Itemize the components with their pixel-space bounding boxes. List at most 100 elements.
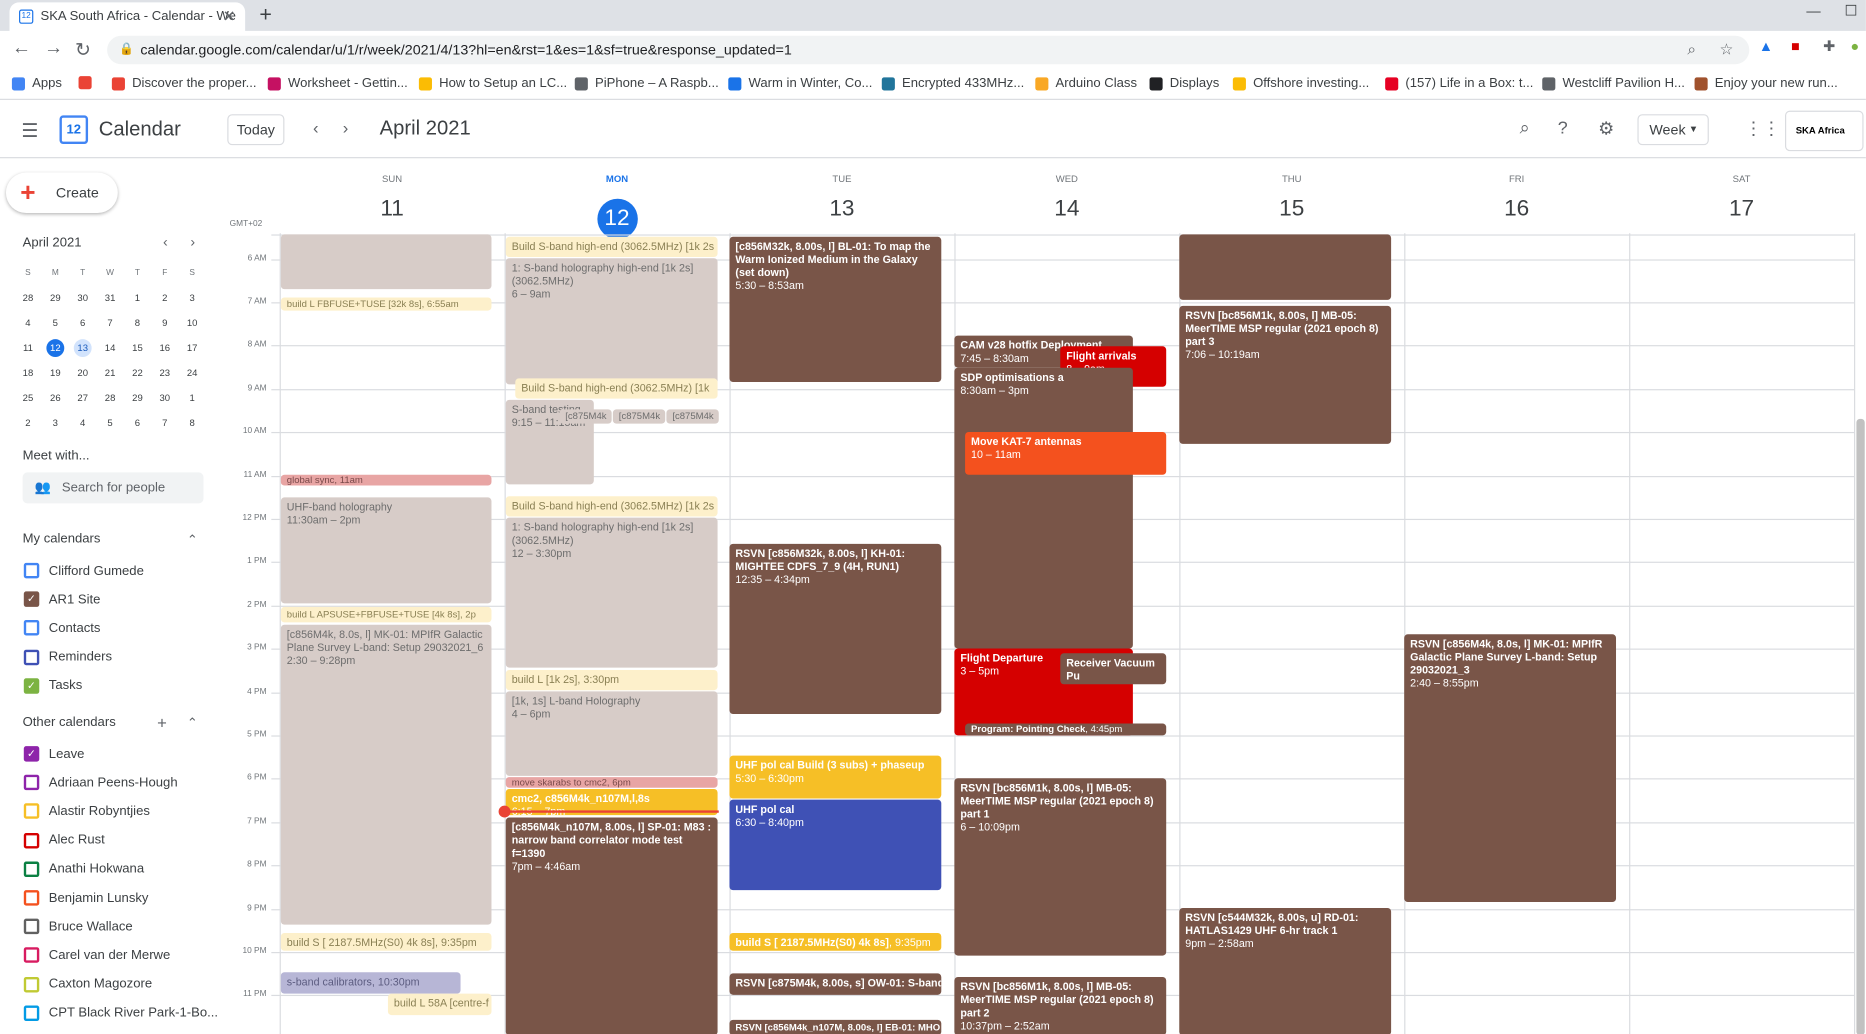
bookmark-item[interactable]: Arduino Class (1035, 76, 1137, 90)
calendar-event[interactable]: RSVN [c856M32k, 8.00s, l] KH-01: MIGHTEE… (729, 543, 942, 715)
previous-week-icon[interactable]: ‹ (313, 118, 319, 137)
day-header[interactable]: WED 14 (954, 174, 1179, 232)
day-header[interactable]: TUE 13 (729, 174, 954, 232)
calendar-event[interactable]: [1k, 1s] L-band Holography 4 – 6pm (505, 691, 718, 776)
calendar-event[interactable]: RSVN [bc856M1k, 8.00s, l] MB-05: MeerTIM… (954, 976, 1167, 1034)
calendar-event[interactable]: build S [ 2187.5MHz(S0) 4k 8s], 9:35pm (729, 932, 942, 951)
event-title: UHF-band holography (286, 500, 393, 513)
scrollbar[interactable] (1856, 418, 1865, 1034)
calendar-event[interactable] (280, 234, 492, 290)
org-logo[interactable]: SKA Africa (1785, 110, 1864, 152)
drive-extension-icon[interactable]: ▲ (1759, 38, 1773, 55)
reload-icon[interactable]: ↻ (75, 38, 91, 62)
url-field[interactable]: 🔒 calendar.google.com/calendar/u/1/r/wee… (107, 35, 1750, 65)
bookmark-star-icon[interactable]: ☆ (1720, 36, 1734, 65)
calendar-event[interactable]: RSVN [bc856M1k, 8.00s, l] MB-05: MeerTIM… (954, 778, 1167, 956)
calendar-event[interactable] (1179, 234, 1392, 300)
today-button[interactable]: Today (227, 114, 285, 146)
bookmark-item[interactable]: Apps (11, 76, 62, 90)
maximize-icon[interactable]: ☐ (1845, 2, 1858, 19)
bookmark-item[interactable]: Westcliff Pavilion H... (1542, 76, 1685, 90)
calendar-event[interactable]: [c875M4k (666, 409, 719, 424)
day-date[interactable]: 11 (380, 196, 403, 221)
browser-tab[interactable]: 12 SKA South Africa - Calendar - We ✕ (9, 2, 246, 31)
current-time-line (504, 810, 719, 813)
hour-label: 8 AM (247, 340, 267, 350)
calendar-event[interactable]: SDP optimisations a 8:30am – 3pm (954, 367, 1133, 649)
day-date[interactable]: 17 (1729, 196, 1754, 221)
calendar-event[interactable]: move skarabs to cmc2, 6pm (505, 777, 718, 788)
next-week-icon[interactable]: › (343, 118, 349, 137)
calendar-event[interactable]: RSVN [bc856M1k, 8.00s, l] MB-05: MeerTIM… (1179, 305, 1392, 444)
bookmark-item[interactable]: (157) Life in a Box: t... (1385, 76, 1533, 90)
event-title: [c856M32k, 8.00s, l] BL-01: To map the W… (735, 240, 931, 279)
calendar-event[interactable]: [c856M32k, 8.00s, l] BL-01: To map the W… (729, 236, 942, 382)
extensions-puzzle-icon[interactable]: ✚ (1823, 38, 1835, 55)
calendar-event[interactable]: [c856M4k, 8.0s, l] MK-01: MPIfR Galactic… (280, 624, 492, 925)
day-header[interactable]: FRI 16 (1404, 174, 1629, 232)
day-date[interactable]: 12 (596, 198, 638, 240)
bookmark-item[interactable]: Warm in Winter, Co... (728, 76, 872, 90)
day-name: SAT (1732, 173, 1751, 185)
forward-icon[interactable]: → (44, 38, 63, 59)
search-icon[interactable]: ⌕ (1520, 118, 1530, 138)
calendar-event[interactable]: Receiver Vacuum Pu3:10pm, RUN ON ALL (1060, 653, 1167, 685)
day-date[interactable]: 14 (1054, 196, 1079, 221)
day-header[interactable]: SUN 11 (280, 174, 505, 232)
calendar-event[interactable]: build L [1k 2s], 3:30pm (505, 669, 718, 691)
calendar-event[interactable]: build S [ 2187.5MHz(S0) 4k 8s], 9:35pm (280, 932, 492, 951)
bookmark-item[interactable]: Displays (1149, 76, 1219, 90)
bookmark-item[interactable]: Encrypted 433MHz... (881, 76, 1024, 90)
calendar-event[interactable]: Build S-band high-end (3062.5MHz) [1k (515, 378, 718, 399)
calendar-event[interactable]: [c856M4k_n107M, 8.00s, l] SP-01: M83 : n… (505, 817, 718, 1034)
calendar-event[interactable]: UHF-band holography 11:30am – 2pm (280, 497, 492, 604)
calendar-event[interactable]: RSVN [c544M32k, 8.00s, u] RD-01: HATLAS1… (1179, 907, 1392, 1034)
calendar-event[interactable]: Build S-band high-end (3062.5MHz) [1k 2s (505, 236, 718, 258)
calendar-event[interactable]: RSVN [c856M4k_n107M, 8.00s, l] EB-01: MH… (729, 1019, 942, 1034)
calendar-event[interactable]: 1: S-band holography high-end [1k 2s] (3… (505, 517, 718, 668)
calendar-event[interactable]: global sync, 11am (280, 474, 492, 486)
bookmark-item[interactable]: Worksheet - Gettin... (267, 76, 408, 90)
tab-title: SKA South Africa - Calendar - We (40, 9, 236, 24)
view-select[interactable]: Week ▼ (1637, 114, 1709, 146)
day-date[interactable]: 15 (1279, 196, 1304, 221)
back-icon[interactable]: ← (12, 38, 31, 59)
new-tab-icon[interactable]: + (259, 2, 272, 27)
main-menu-icon[interactable]: ☰ (21, 119, 38, 143)
calendar-event[interactable]: Program: Pointing Check, 4:45pm (965, 723, 1167, 736)
calendar-event[interactable]: UHF pol cal Build (3 subs) + phaseup 5:30… (729, 755, 942, 799)
calendar-event[interactable]: Build S-band high-end (3062.5MHz) [1k 2s (505, 496, 718, 517)
bookmark-item[interactable]: Enjoy your new run... (1694, 76, 1838, 90)
bookmark-item[interactable]: How to Setup an LC... (418, 76, 567, 90)
calendar-event[interactable]: s-band calibrators, 10:30pm (280, 972, 461, 994)
calendar-event[interactable]: RSVN [c856M4k, 8.0s, l] MK-01: MPIfR Gal… (1404, 634, 1617, 903)
calendar-event[interactable]: RSVN [c875M4k, 8.00s, s] OW-01: S-band (729, 973, 942, 995)
pdf-extension-icon[interactable]: ■ (1791, 38, 1800, 55)
calendar-event[interactable]: 1: S-band holography high-end [1k 2s] (3… (505, 258, 718, 385)
profile-avatar-icon[interactable]: ● (1850, 38, 1859, 55)
calendar-event[interactable]: [c875M4k (612, 409, 666, 424)
hour-label: 5 PM (247, 730, 267, 739)
calendar-event[interactable]: build L APSUSE+FBFUSE+TUSE [4k 8s], 2p (280, 606, 492, 623)
day-header[interactable]: MON 12 (505, 174, 730, 240)
help-icon[interactable]: ? (1558, 118, 1568, 138)
day-header[interactable]: SAT 17 (1629, 174, 1854, 232)
bookmark-item[interactable] (78, 76, 99, 90)
apps-grid-icon[interactable]: ⋮⋮ (1745, 118, 1781, 139)
calendar-event[interactable]: Move KAT-7 antennas 10 – 11am (965, 431, 1167, 475)
close-tab-icon[interactable]: ✕ (223, 7, 236, 26)
calendar-event[interactable]: build L FBFUSE+TUSE [32k 8s], 6:55am (280, 297, 492, 311)
calendar-event[interactable]: [c875M4k (559, 409, 612, 424)
calendar-event[interactable]: build L 58A [centre-f (387, 993, 492, 1016)
bookmark-item[interactable]: Discover the proper... (111, 76, 257, 90)
bookmark-item[interactable]: Offshore investing... (1232, 76, 1369, 90)
day-date[interactable]: 16 (1504, 196, 1529, 221)
settings-gear-icon[interactable]: ⚙ (1598, 118, 1614, 139)
zoom-icon[interactable]: ⌕ (1687, 36, 1696, 65)
bookmark-item[interactable]: PiPhone – A Raspb... (574, 76, 719, 90)
day-header[interactable]: THU 15 (1179, 174, 1404, 232)
day-date[interactable]: 13 (829, 196, 854, 221)
minimize-icon[interactable]: — (1806, 2, 1820, 19)
hour-label: 10 AM (242, 427, 267, 436)
calendar-event[interactable]: UHF pol cal 6:30 – 8:40pm (729, 799, 942, 891)
